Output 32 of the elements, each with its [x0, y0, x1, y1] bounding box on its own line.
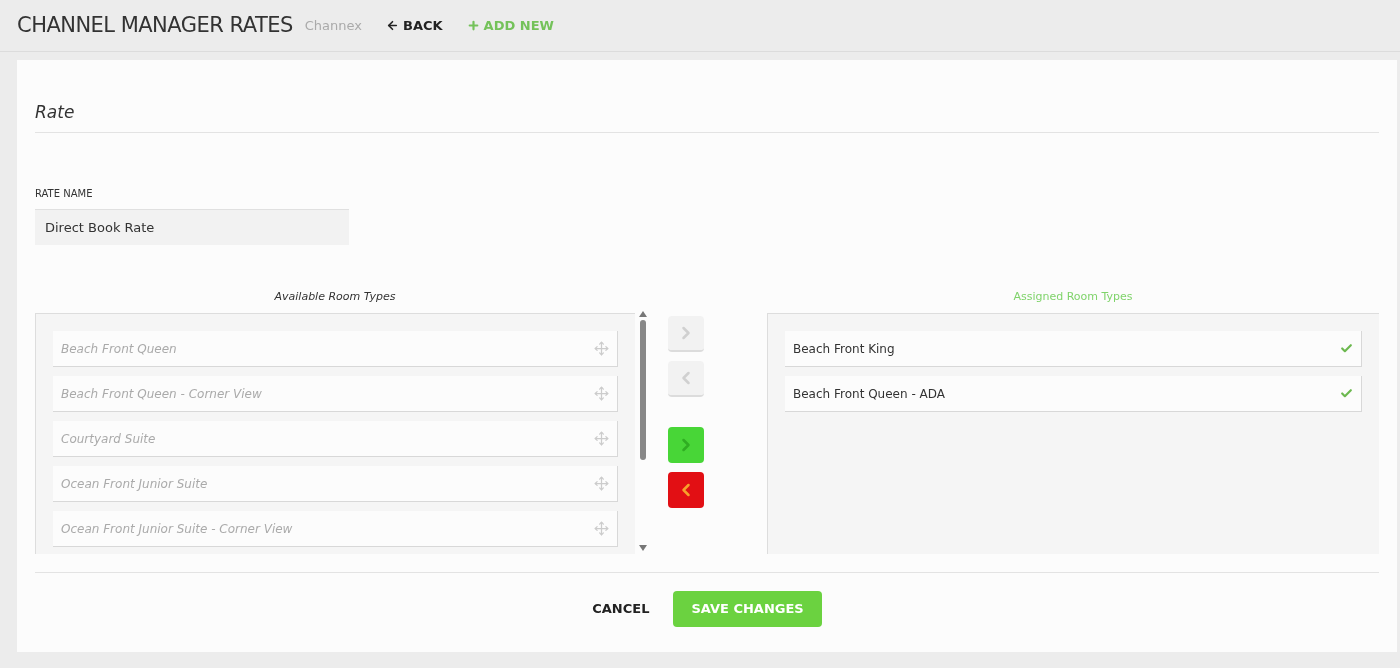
check-icon [1340, 342, 1353, 355]
back-link[interactable]: BACK [386, 15, 443, 36]
page-title: CHANNEL MANAGER RATES [17, 11, 293, 39]
room-type-item[interactable]: Beach Front Queen - Corner View [53, 376, 618, 412]
room-type-item[interactable]: Beach Front Queen [53, 331, 618, 367]
room-type-item[interactable]: Ocean Front Junior Suite [53, 466, 618, 502]
plus-icon [466, 19, 480, 32]
move-right-button[interactable] [668, 426, 704, 463]
room-type-item[interactable]: Ocean Front Junior Suite - Corner View [53, 511, 618, 547]
move-left-button[interactable] [668, 471, 704, 508]
section-title: Rate [35, 102, 75, 122]
scrollbar[interactable] [638, 310, 648, 551]
save-changes-button[interactable]: SAVE CHANGES [673, 591, 822, 627]
move-icon [594, 521, 609, 536]
move-icon [594, 431, 609, 446]
room-type-item[interactable]: Beach Front Queen - ADA [785, 376, 1362, 412]
cancel-button[interactable]: CANCEL [592, 599, 650, 619]
move-icon [594, 341, 609, 356]
scroll-up-icon[interactable] [639, 310, 647, 317]
page-subtitle: Channex [304, 16, 362, 35]
add-new-link[interactable]: ADD NEW [466, 15, 554, 36]
move-icon [594, 386, 609, 401]
check-icon [1340, 387, 1353, 400]
list-heading: Available Room Types [273, 288, 397, 305]
list-heading: Assigned Room Types [1012, 288, 1134, 305]
scroll-down-icon[interactable] [639, 544, 647, 551]
field-label: RATE NAME [35, 186, 94, 201]
room-type-item[interactable]: Courtyard Suite [53, 421, 618, 457]
arrow-left-icon [386, 19, 399, 32]
rate-name-field[interactable]: Direct Book Rate [35, 208, 349, 245]
move-icon [594, 476, 609, 491]
room-type-item[interactable]: Beach Front King [785, 331, 1362, 367]
